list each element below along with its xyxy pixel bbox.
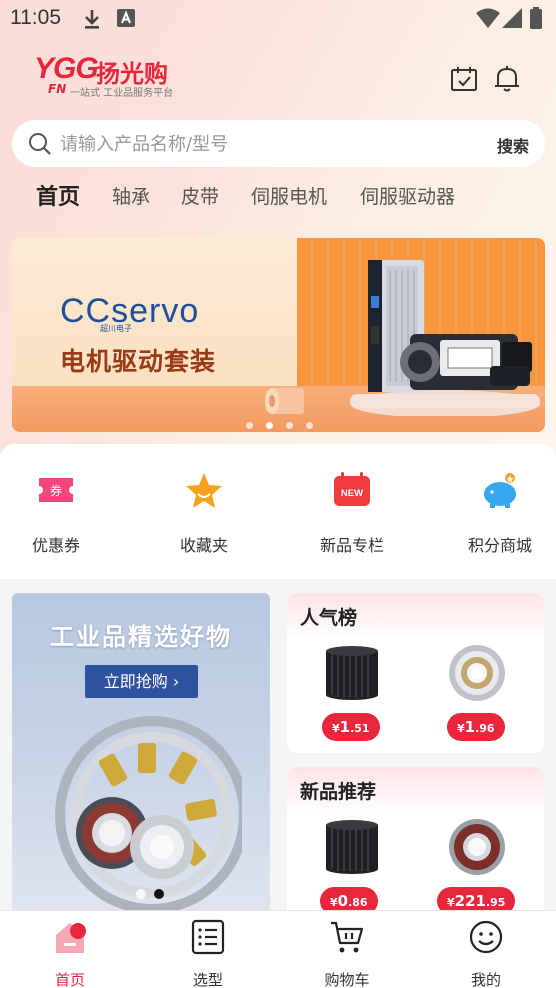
logo-mark: YGG [34, 52, 99, 85]
quick-label-coupons: 优惠券 [31, 536, 80, 555]
tab-home[interactable]: 首页 [36, 179, 80, 211]
battery-icon [530, 7, 542, 29]
new-recommend-title: 新品推荐 [300, 781, 377, 803]
profile-icon [469, 920, 503, 954]
signal-icon [502, 8, 522, 28]
piggy-bank-icon [484, 473, 516, 508]
app-notification-icon [117, 9, 135, 27]
price-integer: 0 [337, 892, 349, 910]
wifi-icon [476, 8, 500, 28]
banner-dot[interactable] [286, 422, 293, 429]
nav-selection[interactable]: 选型 [168, 919, 248, 988]
list-icon [191, 919, 225, 955]
nav-cart[interactable]: 购物车 [307, 919, 387, 988]
popular-card[interactable]: 人气榜 ¥1.51 ¥1.96 [287, 593, 544, 753]
promo-pagination [136, 884, 172, 903]
promo-title: 工业品精选好物 [50, 623, 232, 651]
promo-dot-active[interactable] [154, 889, 164, 899]
paper-roll-image [265, 388, 304, 414]
price-currency: ¥ [332, 722, 340, 735]
buy-now-label: 立即抢购 [103, 672, 168, 691]
status-time: 11:05 [10, 6, 61, 29]
price-currency: ¥ [457, 722, 465, 735]
search-input[interactable] [60, 129, 460, 159]
banner-dot[interactable] [246, 422, 253, 429]
home-icon [56, 923, 86, 953]
banner-dot-active[interactable] [266, 422, 273, 429]
tab-bearings[interactable]: 轴承 [112, 182, 150, 209]
quick-label-favorites: 收藏夹 [179, 536, 228, 555]
nav-label-profile: 我的 [470, 971, 501, 988]
price-decimal: .95 [485, 896, 506, 909]
timing-belt-image[interactable] [317, 817, 387, 877]
search-icon [29, 133, 51, 155]
banner-dot[interactable] [306, 422, 313, 429]
promo-dot[interactable] [136, 889, 146, 899]
buy-now-button[interactable]: 立即抢购 › [85, 665, 198, 698]
price-tag[interactable]: ¥1.96 [447, 713, 505, 741]
price-integer: 1 [339, 718, 351, 736]
quick-menu: 券 优惠券 收藏夹 NEW 新品专栏 积分商城 [0, 444, 556, 579]
svg-text:券: 券 [50, 483, 62, 498]
price-decimal: .86 [348, 896, 368, 909]
banner-brand-sub: 超川电子 [100, 324, 132, 333]
logo-fn: FN [48, 82, 67, 96]
app-logo: YGG 扬光购 FN 一站式 工业品服务平台 [34, 52, 194, 99]
nav-home[interactable]: 首页 [30, 919, 110, 988]
coupon-icon: 券 [39, 478, 73, 502]
servo-kit-image [350, 260, 540, 416]
price-integer: 221 [454, 892, 486, 910]
popular-title: 人气榜 [300, 607, 358, 629]
price-decimal: .51 [350, 722, 370, 735]
price-currency: ¥ [447, 896, 455, 909]
timing-belt-image[interactable] [317, 643, 387, 703]
category-tabs: 首页 轴承 皮带 伺服电机 伺服驱动器 [0, 176, 556, 216]
search-button[interactable]: 搜索 [497, 133, 529, 157]
svg-text:NEW: NEW [341, 488, 363, 499]
quick-item-new-products[interactable]: NEW 新品专栏 [302, 470, 402, 560]
star-icon [186, 473, 222, 508]
download-icon [85, 10, 99, 29]
nav-label-home: 首页 [54, 971, 85, 988]
tab-servo-motors[interactable]: 伺服电机 [251, 182, 327, 209]
chevron-right-icon: › [172, 672, 180, 691]
nav-label-selection: 选型 [192, 971, 223, 988]
quick-item-favorites[interactable]: 收藏夹 [154, 470, 254, 560]
logo-tagline: 一站式 工业品服务平台 [70, 88, 174, 99]
status-bar: 11:05 [0, 0, 556, 38]
banner-pagination [246, 414, 326, 429]
featured-promo[interactable]: 工业品精选好物 立即抢购 › [12, 593, 270, 913]
nav-label-cart: 购物车 [324, 971, 370, 988]
new-recommend-card[interactable]: 新品推荐 ¥0.86 ¥221.95 [287, 767, 544, 927]
search-bar: 搜索 [12, 120, 545, 167]
sealed-bearing-image[interactable] [442, 817, 512, 877]
quick-item-points-mall[interactable]: 积分商城 [450, 470, 550, 560]
tab-servo-drives[interactable]: 伺服驱动器 [360, 182, 455, 209]
bottom-nav: 首页 选型 购物车 我的 [0, 910, 556, 988]
tab-belts[interactable]: 皮带 [181, 182, 219, 209]
quick-label-points-mall: 积分商城 [467, 536, 532, 555]
promo-banner[interactable]: CCservo 超川电子 电机驱动套装 [12, 238, 545, 432]
banner-title: 电机驱动套装 [60, 347, 217, 376]
bell-icon[interactable] [493, 64, 521, 94]
calendar-check-icon[interactable] [450, 66, 478, 92]
quick-item-coupons[interactable]: 券 优惠券 [6, 470, 106, 560]
new-badge-icon: NEW [334, 472, 370, 506]
nav-profile[interactable]: 我的 [446, 919, 526, 988]
price-currency: ¥ [330, 896, 338, 909]
price-decimal: .96 [475, 722, 495, 735]
ball-bearing-image[interactable] [442, 643, 512, 703]
price-tag[interactable]: ¥1.51 [322, 713, 380, 741]
price-integer: 1 [464, 718, 476, 736]
quick-label-new-products: 新品专栏 [319, 536, 384, 555]
cart-icon [331, 921, 364, 953]
